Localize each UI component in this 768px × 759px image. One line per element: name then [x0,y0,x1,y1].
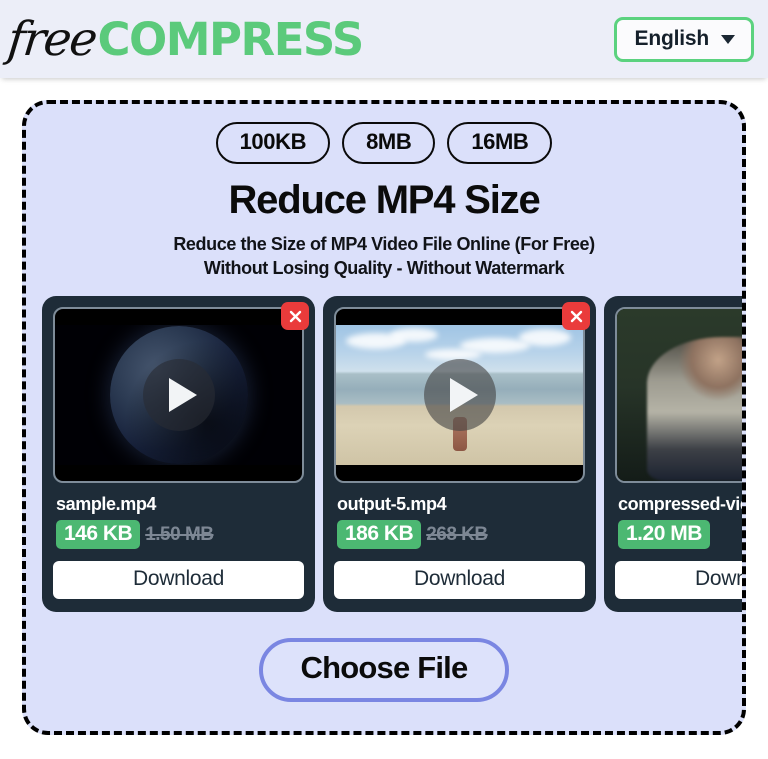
file-card: output-5.mp4 186 KB 268 KB Download [323,296,596,613]
page-body: 100KB 8MB 16MB Reduce MP4 Size Reduce th… [0,78,768,735]
page-subtitle: Reduce the Size of MP4 Video File Online… [26,232,742,281]
file-size-row: 1.20 MB [618,520,742,550]
cloud-shape [424,348,481,360]
play-triangle [168,378,197,413]
language-label: English [634,26,710,50]
original-size: 268 KB [426,523,488,545]
compressed-size-badge: 186 KB [337,520,422,550]
file-card-row: sample.mp4 146 KB 1.50 MB Download outpu… [26,296,742,613]
play-icon[interactable] [142,359,215,432]
site-header: free COMPRESS English [0,0,768,78]
logo-text-free: free [5,11,99,67]
choose-file-row: Choose File [26,638,742,703]
choose-file-button[interactable]: Choose File [258,638,510,703]
file-name: output-5.mp4 [337,494,447,515]
close-icon[interactable] [562,302,590,331]
download-button[interactable]: Download [334,561,585,600]
size-preset-100kb[interactable]: 100KB [215,122,331,164]
compressed-size-badge: 1.20 MB [618,520,710,550]
file-name: compressed-video.mp4 [618,494,742,515]
file-size-row: 146 KB 1.50 MB [56,520,304,550]
chevron-down-icon [721,35,735,44]
page-subtitle-line1: Reduce the Size of MP4 Video File Online… [173,233,595,254]
download-button[interactable]: Download [53,561,304,600]
file-size-row: 186 KB 268 KB [337,520,585,550]
video-thumbnail[interactable] [334,307,585,484]
size-preset-row: 100KB 8MB 16MB [26,122,742,164]
file-dropzone[interactable]: 100KB 8MB 16MB Reduce MP4 Size Reduce th… [22,100,746,735]
play-triangle [449,378,478,413]
file-card: sample.mp4 146 KB 1.50 MB Download [42,296,315,613]
video-thumbnail[interactable] [615,307,742,484]
compressed-size-badge: 146 KB [56,520,141,550]
file-card: compressed-video.mp4 1.20 MB Download [604,296,742,613]
person-shape [646,336,742,482]
close-icon[interactable] [281,302,309,331]
page-subtitle-line2: Without Losing Quality - Without Waterma… [203,257,565,278]
language-selector[interactable]: English [613,16,754,62]
cloud-shape [518,329,571,347]
size-preset-16mb[interactable]: 16MB [447,122,553,164]
size-preset-8mb[interactable]: 8MB [342,122,436,164]
video-thumbnail[interactable] [53,307,304,484]
thumbnail-art-person [617,309,742,482]
thumbnail-media [617,309,742,482]
cloud-shape [390,327,439,342]
original-size: 1.50 MB [145,523,214,545]
play-icon[interactable] [423,359,496,432]
brand-logo[interactable]: free COMPRESS [5,11,365,67]
page-title: Reduce MP4 Size [228,177,540,222]
download-button[interactable]: Download [615,561,742,600]
file-name: sample.mp4 [56,494,157,515]
logo-text-compress: COMPRESS [97,12,365,66]
